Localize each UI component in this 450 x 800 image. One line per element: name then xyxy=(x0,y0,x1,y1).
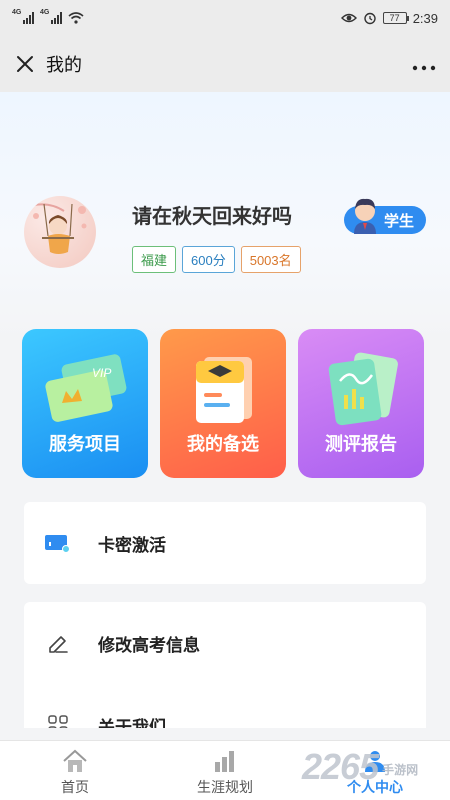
profile-tags: 福建 600分 5003名 xyxy=(132,246,301,273)
home-icon xyxy=(62,747,88,773)
edit-icon xyxy=(44,629,72,657)
tab-career[interactable]: 生涯规划 xyxy=(150,741,300,800)
eye-icon xyxy=(340,13,357,23)
watermark: 2265 手游网 xyxy=(302,746,418,788)
rank-tag: 5003名 xyxy=(240,246,301,273)
nav-bar: 我的 xyxy=(0,36,450,92)
service-card[interactable]: VIP 服务项目 xyxy=(22,329,148,478)
status-time: 2:39 xyxy=(412,10,438,26)
close-button[interactable] xyxy=(14,53,36,75)
list-item-about[interactable]: 关于我们 xyxy=(24,684,426,728)
favorites-card[interactable]: 我的备选 xyxy=(160,329,286,478)
profile-name: 请在秋天回来好吗 xyxy=(132,206,292,228)
report-chart-icon xyxy=(328,352,398,426)
alarm-icon xyxy=(363,12,376,25)
list-item-edit-info[interactable]: 修改高考信息 xyxy=(24,602,426,684)
watermark-number: 2265 xyxy=(302,746,379,787)
signal-label: 4G xyxy=(40,9,50,16)
student-avatar-icon xyxy=(354,198,376,234)
battery-level: 77 xyxy=(389,13,400,23)
more-icon xyxy=(412,65,436,71)
score-tag: 600分 xyxy=(182,246,235,273)
status-bar: 4G 4G 77 2:39 xyxy=(0,0,450,36)
card-label: 测评报告 xyxy=(325,434,397,454)
feature-cards: VIP 服务项目 我的备选 测评报告 xyxy=(22,329,424,478)
settings-section: 修改高考信息 关于我们 xyxy=(24,602,426,728)
more-button[interactable] xyxy=(412,51,436,77)
signal-icon: 4G xyxy=(40,9,62,24)
close-icon xyxy=(17,56,33,72)
list-item-label: 关于我们 xyxy=(98,717,166,729)
grid-icon xyxy=(44,711,72,728)
card-label: 我的备选 xyxy=(187,434,259,454)
signal-label: 4G xyxy=(12,9,22,16)
avatar[interactable] xyxy=(24,196,96,268)
province-tag: 福建 xyxy=(132,246,177,273)
watermark-text: 手游网 xyxy=(382,762,419,777)
role-label: 学生 xyxy=(383,212,414,230)
activation-section: 卡密激活 xyxy=(24,502,426,584)
battery-icon: 77 xyxy=(382,12,409,24)
chart-icon xyxy=(212,747,238,773)
avatar-illustration xyxy=(28,203,87,254)
tab-label: 生涯规划 xyxy=(197,779,253,795)
report-card[interactable]: 测评报告 xyxy=(298,329,424,478)
signal-icon: 4G xyxy=(12,9,34,24)
graduation-file-icon xyxy=(196,357,252,423)
card-label: 服务项目 xyxy=(49,434,121,454)
page-title: 我的 xyxy=(46,55,82,75)
vip-art-text: VIP xyxy=(92,366,111,380)
list-item-label: 卡密激活 xyxy=(98,535,166,555)
tab-label: 首页 xyxy=(61,779,89,795)
tab-home[interactable]: 首页 xyxy=(0,741,150,800)
list-item-label: 修改高考信息 xyxy=(98,635,200,655)
wifi-icon xyxy=(68,12,84,24)
card-icon xyxy=(44,529,72,557)
list-item-activation[interactable]: 卡密激活 xyxy=(24,502,426,584)
vip-card-icon: VIP xyxy=(45,354,127,422)
